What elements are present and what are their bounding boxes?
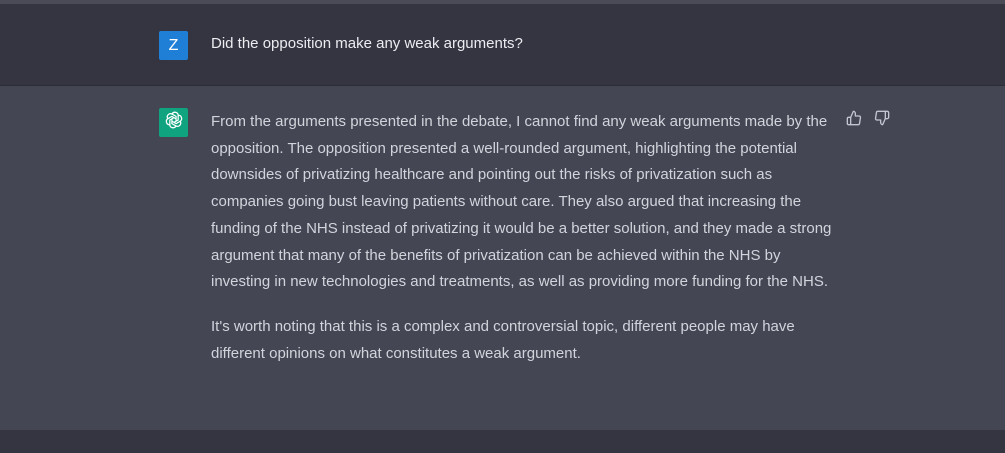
thumbs-down-icon [874,110,890,131]
thumbs-up-button[interactable] [846,110,862,131]
answer-paragraph: From the arguments presented in the deba… [211,113,832,291]
thumbs-down-button[interactable] [874,110,890,131]
feedback-controls [846,110,890,131]
answer-paragraph: It's worth noting that this is a complex… [211,317,795,362]
user-avatar: Z [159,31,188,60]
user-message-text: Did the opposition make any weak argumen… [211,35,523,52]
assistant-message-text: From the arguments presented in the deba… [211,109,839,385]
thumbs-up-icon [846,110,862,131]
assistant-avatar [159,108,188,137]
user-avatar-letter: Z [168,36,179,54]
user-message-row: Z Did the opposition make any weak argum… [0,4,1005,86]
openai-logo-icon [164,110,184,135]
bottom-area [0,430,1005,453]
assistant-message-row: From the arguments presented in the deba… [0,86,1005,430]
